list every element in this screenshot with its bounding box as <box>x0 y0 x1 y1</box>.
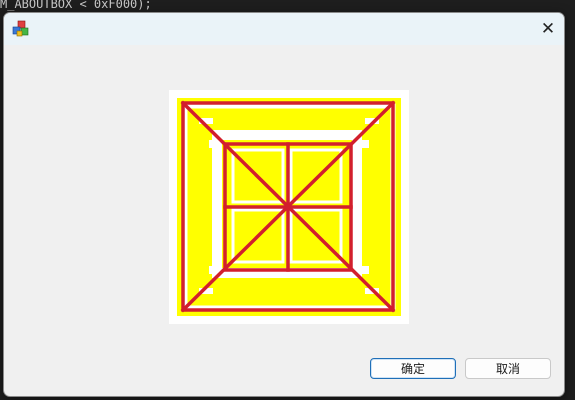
about-dialog: ✕ 确定 取消 <box>3 12 565 397</box>
picture-control <box>169 90 409 328</box>
cancel-button[interactable]: 取消 <box>465 358 551 379</box>
close-button[interactable]: ✕ <box>532 13 564 45</box>
close-icon: ✕ <box>540 19 556 39</box>
ok-button[interactable]: 确定 <box>370 358 456 379</box>
background-code-line: M_ABOUTBOX < 0xF000); <box>0 0 152 11</box>
title-bar[interactable]: ✕ <box>4 13 564 45</box>
yellow-square-diagram <box>169 90 409 324</box>
mfc-app-icon <box>12 20 30 38</box>
